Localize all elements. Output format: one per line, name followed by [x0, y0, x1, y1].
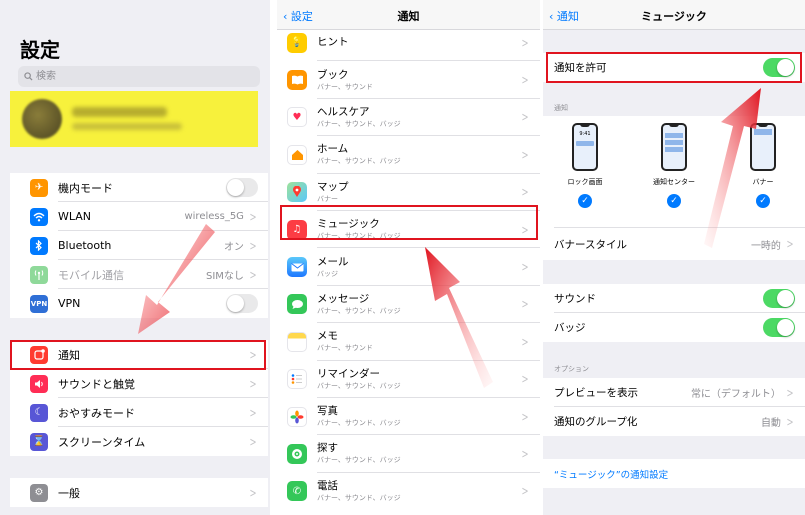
- red-arrow-annotation: [704, 88, 761, 248]
- music-notification-panel: ‹ 通知 ミュージック 通知を許可 通知 9:41 ロック画面 通知センター バ…: [543, 0, 805, 515]
- notifications-panel: 💡 ヒント > ブック バナー、サウンド > ♥ ヘルスケア バナー、サウンド、バッ…: [277, 0, 540, 515]
- red-arrow-annotation: [425, 247, 493, 388]
- red-arrow-annotation: [138, 224, 215, 334]
- settings-panel: 設定 検索 ✈ 機内モード WLAN wireless_5G > Bluetoo…: [0, 0, 270, 515]
